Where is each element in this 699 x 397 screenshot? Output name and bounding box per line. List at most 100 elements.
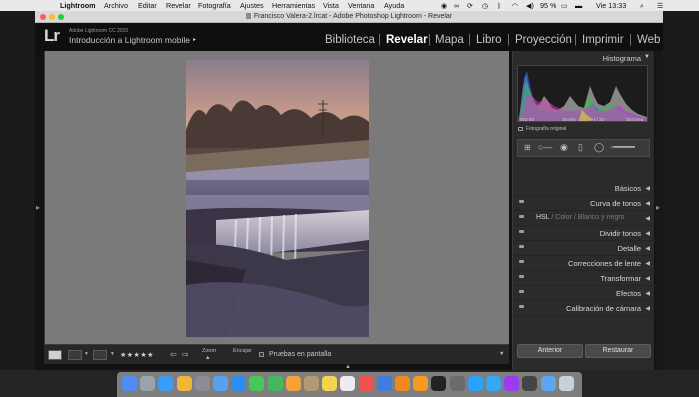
section-detalle[interactable]: Detalle ◀ <box>513 242 655 256</box>
soft-proofing-label[interactable]: Pruebas en pantalla <box>269 351 331 358</box>
sync-icon[interactable]: ⟳ <box>467 0 473 11</box>
section-expand-icon[interactable]: ◀ <box>645 200 650 207</box>
input-flag-icon[interactable]: ▬ <box>575 0 582 11</box>
section-toggle-switch[interactable] <box>519 305 524 308</box>
menu-ajustes[interactable]: Ajustes <box>240 0 264 11</box>
menu-app-name[interactable]: Lightroom <box>60 0 96 11</box>
final-cut-icon[interactable] <box>449 376 465 391</box>
module-mapa[interactable]: Mapa <box>435 34 464 46</box>
next-photo-icon[interactable]: ⇨ <box>182 350 189 359</box>
lightroom-icon[interactable] <box>486 376 501 391</box>
histogram-collapse-icon[interactable]: ▼ <box>644 54 650 60</box>
left-panel-expand-icon[interactable]: ▸ <box>36 203 40 212</box>
creative-cloud-icon[interactable]: ∞ <box>454 0 459 11</box>
launchpad-icon[interactable] <box>140 376 156 391</box>
radial-filter-tool-icon[interactable]: ◯ <box>594 142 604 153</box>
section-expand-icon[interactable]: ◀ <box>645 290 650 297</box>
messages-icon[interactable] <box>249 376 265 391</box>
menu-clock[interactable]: Vie 13:33 <box>596 0 626 11</box>
time-machine-icon[interactable]: ◷ <box>482 0 488 11</box>
menu-herramientas[interactable]: Herramientas <box>272 0 315 11</box>
before-after-view-button[interactable] <box>68 350 82 360</box>
spotlight-icon[interactable]: ⌕ <box>640 0 644 11</box>
notification-center-icon[interactable]: ☰ <box>657 0 663 11</box>
battery-icon[interactable]: ▭ <box>561 0 568 11</box>
menu-archivo[interactable]: Archivo <box>104 0 128 11</box>
spot-removal-tool-icon[interactable]: ○— <box>538 142 552 152</box>
crop-tool-icon[interactable]: ⊞ <box>524 143 531 152</box>
histogram-header[interactable]: Histograma ▼ <box>513 51 655 65</box>
keynote-icon[interactable] <box>376 376 392 391</box>
previous-photo-icon[interactable]: ⇦ <box>170 350 177 359</box>
section-dividir-tonos[interactable]: Dividir tonos ◀ <box>513 227 655 241</box>
photos-icon[interactable] <box>285 376 301 391</box>
section-toggle-switch[interactable] <box>519 230 524 233</box>
before-after-menu-arrow-icon[interactable]: ▾ <box>85 351 88 357</box>
zoom-slider-icon[interactable]: ▲ <box>205 355 210 361</box>
section-toggle-switch[interactable] <box>519 260 524 263</box>
reset-button[interactable]: Restaurar <box>585 344 651 358</box>
original-photo-checkbox[interactable] <box>518 127 523 131</box>
downloads-icon[interactable] <box>540 376 556 391</box>
quicktime-icon[interactable] <box>431 376 447 391</box>
pages-icon[interactable] <box>413 376 429 391</box>
black-white-tab[interactable]: Blanco y negro <box>578 214 625 221</box>
vlc-icon[interactable] <box>395 376 410 391</box>
section-basicos[interactable]: Básicos ◀ <box>513 182 655 196</box>
previous-settings-button[interactable]: Anterior <box>517 344 583 358</box>
adjustment-brush-tool-icon[interactable]: ◦━━━━ <box>610 142 635 153</box>
chrome-icon[interactable] <box>176 376 192 391</box>
screen-record-icon[interactable]: ◉ <box>441 0 447 11</box>
bluetooth-icon[interactable]: ᛒ <box>497 0 501 11</box>
section-efectos[interactable]: Efectos ◀ <box>513 287 655 301</box>
graduated-filter-tool-icon[interactable]: ▯ <box>578 142 583 153</box>
catalog-name[interactable]: Introducción a Lightroom mobile <box>69 35 190 45</box>
section-expand-icon[interactable]: ◀ <box>645 215 650 222</box>
wifi-icon[interactable]: ◠ <box>512 0 518 11</box>
section-expand-icon[interactable]: ◀ <box>645 305 650 312</box>
menu-ayuda[interactable]: Ayuda <box>384 0 404 11</box>
catalog-menu-arrow-icon[interactable]: ▸ <box>193 36 196 43</box>
battery-percent[interactable]: 95 % <box>540 0 556 11</box>
menu-revelar[interactable]: Revelar <box>166 0 191 11</box>
activity-monitor-icon[interactable] <box>522 376 538 391</box>
red-eye-tool-icon[interactable]: ◉ <box>560 142 568 153</box>
section-toggle-switch[interactable] <box>519 290 524 293</box>
trash-icon[interactable] <box>558 376 574 391</box>
toolbar-options-arrow-icon[interactable]: ▼ <box>499 351 504 357</box>
section-toggle-switch[interactable] <box>519 200 524 203</box>
section-toggle-switch[interactable] <box>519 275 524 278</box>
section-expand-icon[interactable]: ◀ <box>645 275 650 282</box>
histogram[interactable]: ISO 50 18 mm f / 22 15.0 seg <box>517 65 648 122</box>
photoshop-icon[interactable] <box>467 376 483 391</box>
module-proyeccion[interactable]: Proyección <box>515 34 572 46</box>
color-tab[interactable]: Color <box>555 214 572 221</box>
section-calibracion-de-camara[interactable]: Calibración de cámara ◀ <box>513 302 655 316</box>
section-hsl[interactable]: HSL / Color / Blanco y negro ◀ <box>513 212 655 226</box>
section-transformar[interactable]: Transformar ◀ <box>513 272 655 286</box>
menu-editar[interactable]: Editar <box>138 0 157 11</box>
volume-icon[interactable]: ◀) <box>526 0 534 11</box>
soft-proofing-checkbox[interactable] <box>259 352 264 357</box>
section-expand-icon[interactable]: ◀ <box>645 185 650 192</box>
section-toggle-switch[interactable] <box>519 245 524 248</box>
menu-ventana[interactable]: Ventana <box>348 0 374 11</box>
menu-vista[interactable]: Vista <box>323 0 339 11</box>
module-web[interactable]: Web <box>637 34 660 46</box>
safari-icon[interactable] <box>158 376 174 391</box>
mail-icon[interactable] <box>213 376 228 391</box>
finder-icon[interactable] <box>122 376 137 391</box>
menu-fotografia[interactable]: Fotografía <box>198 0 231 11</box>
reminders-icon[interactable] <box>340 376 356 391</box>
calendar-icon[interactable] <box>358 376 374 391</box>
facetime-icon[interactable] <box>267 376 283 391</box>
hsl-tab[interactable]: HSL <box>536 214 549 221</box>
app-store-icon[interactable] <box>231 376 247 391</box>
loupe-view-button[interactable] <box>48 350 62 360</box>
notes-icon[interactable] <box>322 376 338 391</box>
section-toggle-switch[interactable] <box>519 215 524 218</box>
system-preferences-icon[interactable] <box>194 376 210 391</box>
section-correcciones-de-lente[interactable]: Correcciones de lente ◀ <box>513 257 655 271</box>
rating-stars[interactable]: ★★★★★ <box>120 351 154 359</box>
section-expand-icon[interactable]: ◀ <box>645 245 650 252</box>
